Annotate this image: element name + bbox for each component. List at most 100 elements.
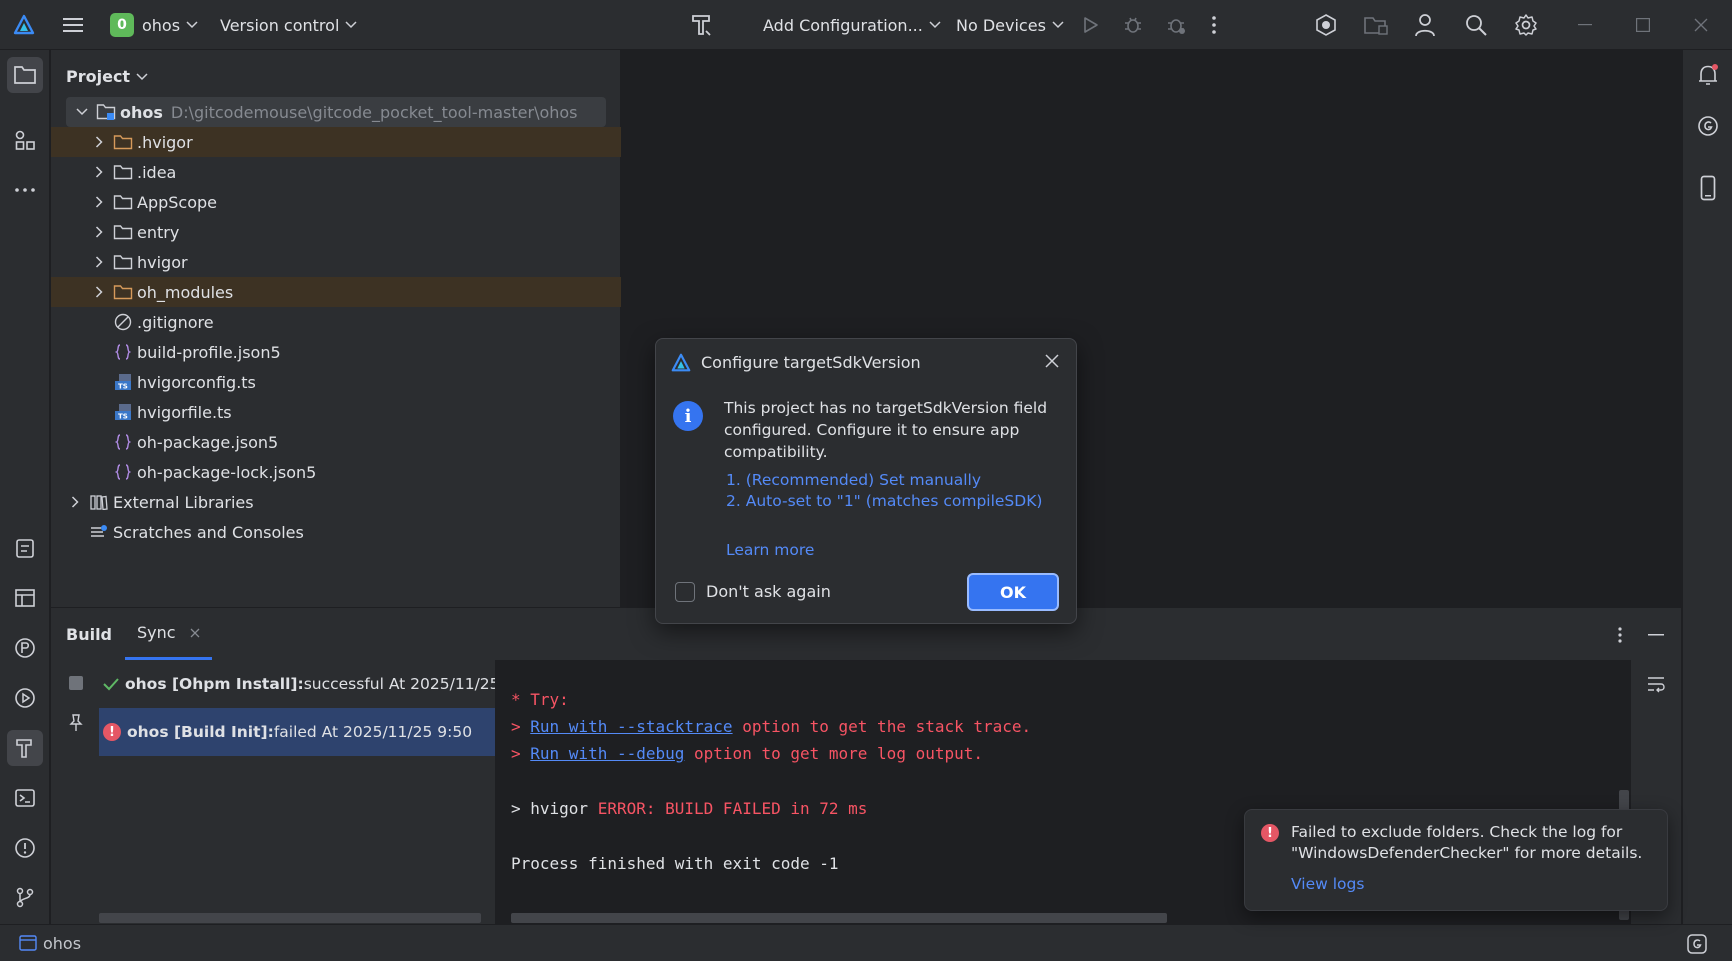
build-task-row[interactable]: ! ohos [Build Init]: failed At 2025/11/2… xyxy=(99,708,495,756)
project-tree-item[interactable]: .idea xyxy=(51,157,621,187)
chevron-right-icon[interactable] xyxy=(91,166,107,178)
soft-wrap-icon[interactable] xyxy=(1646,675,1666,693)
project-switcher[interactable]: 0 ohos xyxy=(110,0,198,50)
notification-message: Failed to exclude folders. Check the log… xyxy=(1291,823,1643,862)
build-tool-icon[interactable] xyxy=(7,730,43,766)
minimize-icon[interactable] xyxy=(1578,0,1592,50)
device-selector[interactable]: No Devices xyxy=(956,0,1064,50)
project-tree-item-label: build-profile.json5 xyxy=(137,342,281,362)
library-icon xyxy=(89,492,109,512)
project-tree-item[interactable]: hvigor xyxy=(51,247,621,277)
dont-ask-again-checkbox[interactable] xyxy=(675,582,695,602)
profiler-icon[interactable] xyxy=(7,630,43,666)
tab-build[interactable]: Build xyxy=(66,608,112,660)
stacktrace-link[interactable]: Run with --stacktrace xyxy=(530,717,732,736)
layout-inspector-icon[interactable] xyxy=(7,580,43,616)
codegenie-icon[interactable] xyxy=(1690,108,1726,144)
learn-more-link[interactable]: Learn more xyxy=(726,541,814,559)
search-icon[interactable] xyxy=(1464,0,1488,50)
ok-button[interactable]: OK xyxy=(967,573,1059,611)
chevron-down-icon xyxy=(186,21,198,29)
set-manually-link[interactable]: 1. (Recommended) Set manually xyxy=(726,471,981,489)
chevron-right-icon[interactable] xyxy=(91,256,107,268)
pin-icon[interactable] xyxy=(68,714,84,732)
project-tree-item[interactable]: TS hvigorconfig.ts xyxy=(51,367,621,397)
app-logo-icon xyxy=(670,352,692,374)
build-task-tree: ohos [Ohpm Install]: successful At 2025/… xyxy=(99,660,495,925)
auto-set-link[interactable]: 2. Auto-set to "1" (matches compileSDK) xyxy=(726,492,1042,510)
todo-tool-icon[interactable] xyxy=(7,530,43,566)
structure-tool-icon[interactable] xyxy=(7,122,43,158)
account-icon[interactable] xyxy=(1414,0,1436,50)
hide-panel-icon[interactable] xyxy=(1648,634,1664,636)
project-tree-item-label: .gitignore xyxy=(137,312,214,332)
project-root-row[interactable]: ohos D:\gitcodemouse\gitcode_pocket_tool… xyxy=(66,97,606,127)
attach-debugger-icon[interactable] xyxy=(1165,0,1187,50)
close-tab-icon[interactable] xyxy=(190,628,200,638)
run-configuration-selector[interactable]: Add Configuration... xyxy=(763,0,941,50)
view-logs-link[interactable]: View logs xyxy=(1291,875,1364,893)
tab-sync[interactable]: Sync xyxy=(125,608,212,660)
project-tree-item[interactable]: oh-package-lock.json5 xyxy=(51,457,621,487)
scratches-icon xyxy=(89,522,109,542)
close-icon[interactable] xyxy=(1044,353,1060,369)
dialog-title: Configure targetSdkVersion xyxy=(701,353,921,372)
settings-gear-icon[interactable] xyxy=(1514,0,1538,50)
project-panel: Project ohos D:\gitcodemouse\gitcode_poc… xyxy=(51,50,621,607)
debug-link[interactable]: Run with --debug xyxy=(530,744,684,763)
app-logo-icon xyxy=(12,0,36,50)
chevron-right-icon[interactable] xyxy=(91,136,107,148)
panel-options-icon[interactable] xyxy=(1617,626,1623,644)
chevron-right-icon[interactable] xyxy=(91,196,107,208)
chevron-right-icon[interactable] xyxy=(67,496,83,508)
build-task-row[interactable]: ohos [Ohpm Install]: successful At 2025/… xyxy=(99,660,495,708)
stop-icon[interactable] xyxy=(68,675,84,691)
notifications-bell-icon[interactable] xyxy=(1690,57,1726,93)
project-tree-item[interactable]: AppScope xyxy=(51,187,621,217)
status-project-name[interactable]: ohos xyxy=(43,934,81,953)
git-tool-icon[interactable] xyxy=(7,879,43,915)
version-control-menu[interactable]: Version control xyxy=(220,0,357,50)
project-tree-item[interactable]: .hvigor xyxy=(51,127,621,157)
services-tool-icon[interactable] xyxy=(7,680,43,716)
more-tools-icon[interactable] xyxy=(7,172,43,208)
maximize-icon[interactable] xyxy=(1636,0,1650,50)
more-actions-icon[interactable] xyxy=(1211,0,1217,50)
codegenie-status-icon[interactable] xyxy=(1686,933,1708,955)
project-tree-item-label: entry xyxy=(137,222,180,242)
device-label: No Devices xyxy=(956,15,1046,35)
chevron-down-icon xyxy=(345,21,357,29)
debug-icon[interactable] xyxy=(1122,0,1144,50)
horizontal-scrollbar[interactable] xyxy=(511,913,1167,923)
device-manager-icon[interactable] xyxy=(1363,0,1389,50)
project-tree-item[interactable]: build-profile.json5 xyxy=(51,337,621,367)
project-tree-item[interactable]: .gitignore xyxy=(51,307,621,337)
project-badge: 0 xyxy=(110,13,134,37)
horizontal-scrollbar[interactable] xyxy=(99,913,481,923)
folder-icon xyxy=(113,282,133,302)
project-tree-item[interactable]: oh-package.json5 xyxy=(51,427,621,457)
close-window-icon[interactable] xyxy=(1694,0,1708,50)
folder-icon xyxy=(113,162,133,182)
terminal-tool-icon[interactable] xyxy=(7,780,43,816)
project-tool-icon[interactable] xyxy=(7,57,43,93)
chevron-right-icon[interactable] xyxy=(91,226,107,238)
scratches-row[interactable]: Scratches and Consoles xyxy=(51,517,621,547)
external-libraries-row[interactable]: External Libraries xyxy=(51,487,621,517)
build-hammer-icon[interactable] xyxy=(688,0,716,50)
device-preview-icon[interactable] xyxy=(1690,170,1726,206)
problems-tool-icon[interactable] xyxy=(7,830,43,866)
right-tool-strip xyxy=(1682,50,1732,924)
project-tree-item[interactable]: oh_modules xyxy=(51,277,621,307)
json-file-icon xyxy=(113,432,133,452)
console-line: * Try: xyxy=(511,690,569,709)
project-tree-item[interactable]: TS hvigorfile.ts xyxy=(51,397,621,427)
json-file-icon xyxy=(113,342,133,362)
run-icon[interactable] xyxy=(1080,0,1100,50)
project-panel-title[interactable]: Project xyxy=(66,67,148,86)
project-tree-item[interactable]: entry xyxy=(51,217,621,247)
error-notification-balloon: ! Failed to exclude folders. Check the l… xyxy=(1244,809,1668,911)
ai-assistant-icon[interactable] xyxy=(1314,0,1338,50)
chevron-right-icon[interactable] xyxy=(91,286,107,298)
main-menu-icon[interactable] xyxy=(62,0,84,50)
